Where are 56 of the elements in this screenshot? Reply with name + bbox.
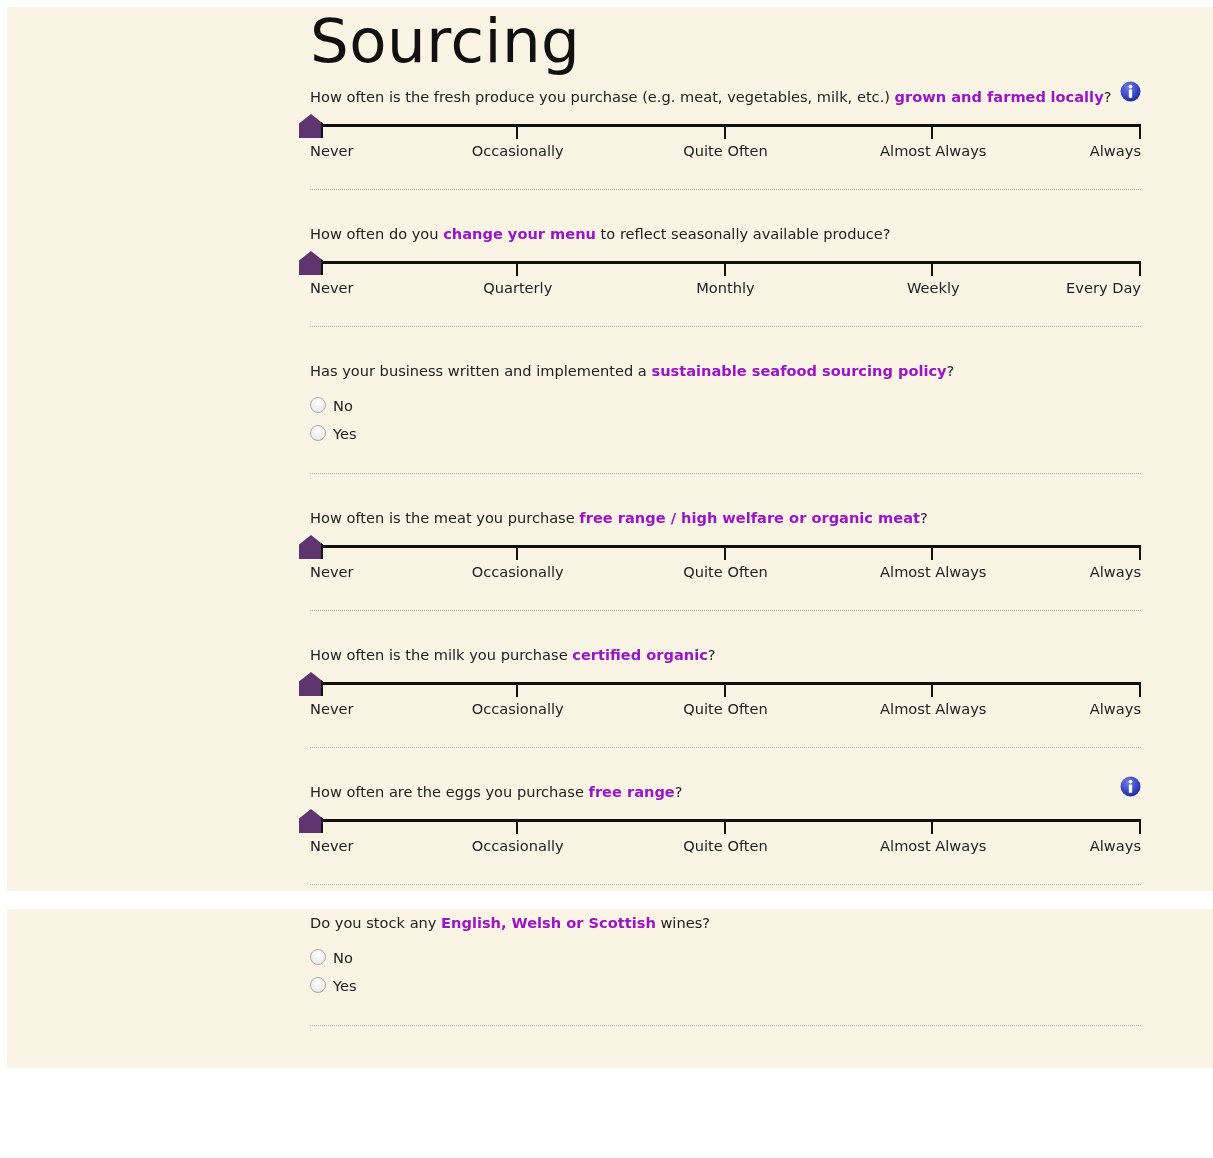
page-title: Sourcing bbox=[310, 7, 582, 73]
scale-label: Occasionally bbox=[471, 699, 564, 719]
link[interactable]: change your menu bbox=[443, 225, 596, 242]
scale-label: Monthly bbox=[696, 278, 755, 298]
link[interactable]: sustainable seafood sourcing policy bbox=[651, 362, 947, 379]
scale-label: Never bbox=[310, 836, 354, 856]
scale-label: Always bbox=[1089, 141, 1141, 161]
slider-thumb[interactable] bbox=[299, 809, 323, 833]
scale-label: Occasionally bbox=[471, 141, 564, 161]
scale-label: Never bbox=[310, 562, 354, 582]
radio-button[interactable] bbox=[310, 977, 326, 993]
slider-thumb[interactable] bbox=[299, 251, 323, 275]
scale-label: Every Day bbox=[1066, 278, 1141, 298]
link[interactable]: free range bbox=[588, 783, 675, 800]
scale-label: Weekly bbox=[906, 278, 960, 298]
option-label[interactable]: Yes bbox=[333, 424, 357, 442]
scale-label: Always bbox=[1089, 562, 1141, 582]
scale-label: Quite Often bbox=[683, 562, 768, 582]
question-text: How often is the meat you purchase free range / high welfare or organic meat? bbox=[310, 508, 929, 528]
question-text: How often is the milk you purchase certified organic? bbox=[310, 645, 717, 665]
radio-button[interactable] bbox=[310, 425, 326, 441]
scale-label: Quarterly bbox=[483, 278, 553, 298]
scale-label: Almost Always bbox=[880, 562, 987, 582]
scale-label: Almost Always bbox=[880, 141, 987, 161]
link[interactable]: certified organic bbox=[572, 646, 708, 663]
question-text: Do you stock any English, Welsh or Scottish wines? bbox=[310, 913, 711, 933]
option-label[interactable]: Yes bbox=[333, 976, 357, 994]
question-text: How often is the fresh produce you purchase (e.g. meat, vegetables, milk, etc.) grown and farmed locally? bbox=[310, 87, 1112, 107]
scale-label: Almost Always bbox=[880, 836, 987, 856]
scale-label: Always bbox=[1089, 699, 1141, 719]
scale-label: Quite Often bbox=[683, 836, 768, 856]
scale-label: Always bbox=[1089, 836, 1141, 856]
slider-thumb[interactable] bbox=[299, 114, 323, 138]
link[interactable]: locally bbox=[1050, 88, 1104, 105]
info-icon[interactable] bbox=[1120, 776, 1141, 797]
option-label[interactable]: No bbox=[333, 948, 353, 966]
radio-button[interactable] bbox=[310, 397, 326, 413]
scale-label: Quite Often bbox=[683, 699, 768, 719]
scale-label: Occasionally bbox=[471, 562, 564, 582]
question-text: How often do you change your menu to reflect seasonally available produce? bbox=[310, 224, 892, 244]
link[interactable]: grown and farmed bbox=[894, 88, 1046, 105]
scale-label: Never bbox=[310, 141, 354, 161]
question-text: Has your business written and implemented a sustainable seafood sourcing policy? bbox=[310, 361, 956, 381]
link[interactable]: free range / high welfare or organic meat bbox=[579, 509, 920, 526]
radio-button[interactable] bbox=[310, 949, 326, 965]
info-icon[interactable] bbox=[1120, 81, 1141, 102]
scale-label: Never bbox=[310, 278, 354, 298]
scale-label: Almost Always bbox=[880, 699, 987, 719]
scale-label: Occasionally bbox=[471, 836, 564, 856]
link[interactable]: English, Welsh or Scottish bbox=[441, 914, 656, 931]
scale-label: Quite Often bbox=[683, 141, 768, 161]
slider-thumb[interactable] bbox=[299, 535, 323, 559]
option-label[interactable]: No bbox=[333, 396, 353, 414]
slider-thumb[interactable] bbox=[299, 672, 323, 696]
question-text: How often are the eggs you purchase free range? bbox=[310, 782, 684, 802]
scale-label: Never bbox=[310, 699, 354, 719]
